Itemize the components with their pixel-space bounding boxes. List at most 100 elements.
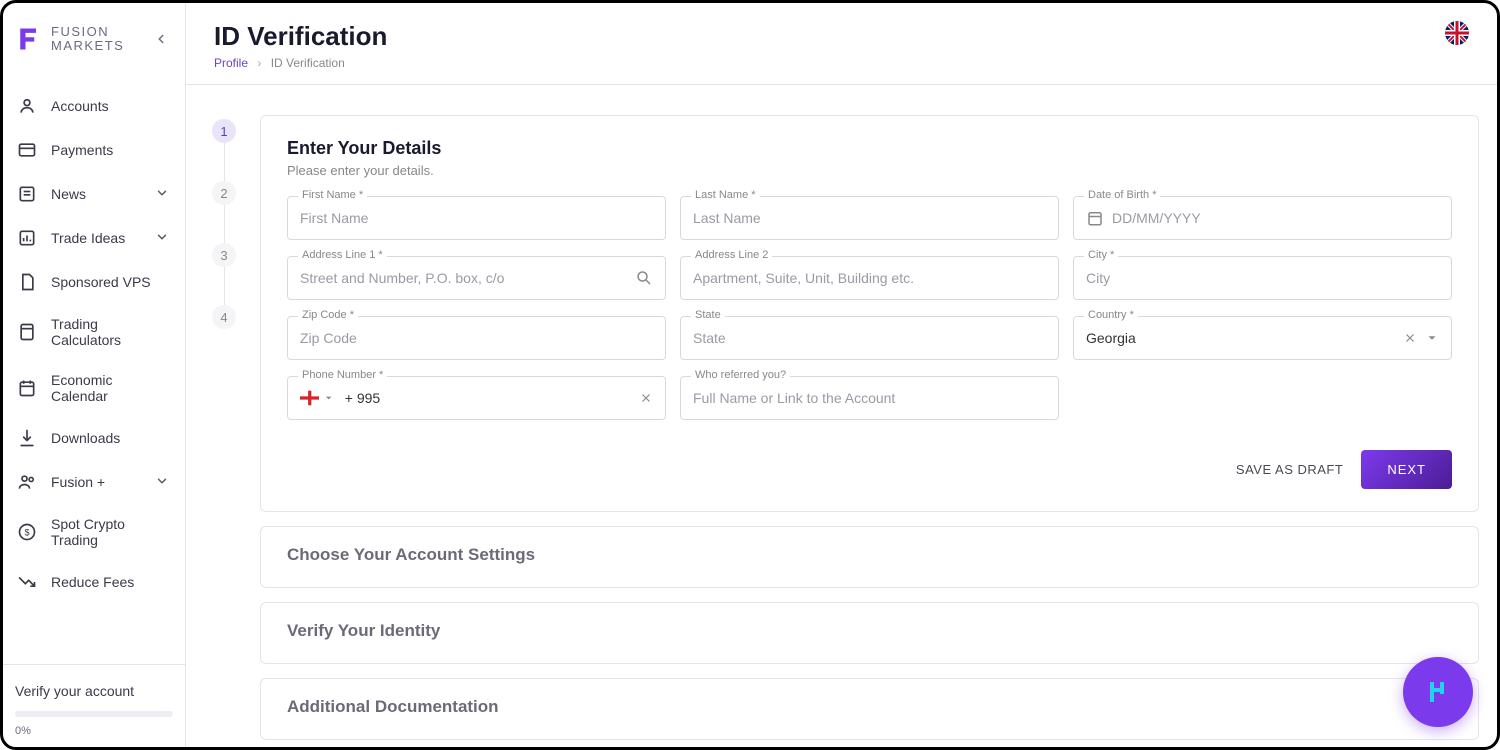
sidebar-nav: Accounts Payments News Trade Ideas Spons… [3, 72, 185, 664]
sidebar-item-label: Accounts [51, 98, 109, 114]
last-name-field[interactable]: Last Name * [680, 196, 1059, 240]
sidebar-item-trading-calculators[interactable]: Trading Calculators [3, 304, 185, 360]
field-label: Phone Number * [298, 369, 387, 381]
phone-field[interactable]: Phone Number * [287, 376, 666, 420]
crypto-icon: $ [17, 522, 37, 542]
language-flag-button[interactable] [1445, 21, 1469, 45]
brand-line1: FUSION [51, 25, 124, 39]
sidebar-item-label: Trading Calculators [51, 316, 171, 348]
state-input[interactable] [693, 330, 1046, 346]
first-name-field[interactable]: First Name * [287, 196, 666, 240]
sidebar-item-payments[interactable]: Payments [3, 128, 185, 172]
help-fab-button[interactable] [1403, 657, 1473, 727]
sidebar-item-trade-ideas[interactable]: Trade Ideas [3, 216, 185, 260]
sidebar-item-label: Downloads [51, 430, 120, 446]
country-value: Georgia [1086, 330, 1395, 346]
city-input[interactable] [1086, 270, 1439, 286]
uk-flag-icon [1445, 21, 1469, 45]
breadcrumb: Profile › ID Verification [214, 56, 387, 70]
form-actions: SAVE AS DRAFT NEXT [287, 450, 1452, 489]
chevron-down-icon [155, 474, 171, 490]
first-name-input[interactable] [300, 210, 653, 226]
step4-card[interactable]: Additional Documentation [260, 678, 1479, 740]
step3-title: Verify Your Identity [287, 621, 1452, 641]
calculator-icon [17, 322, 37, 342]
country-select[interactable]: Country * Georgia [1073, 316, 1452, 360]
sidebar-item-label: News [51, 186, 86, 202]
zip-field[interactable]: Zip Code * [287, 316, 666, 360]
document-icon [17, 272, 37, 292]
address1-input[interactable] [300, 270, 627, 286]
sidebar: FUSION MARKETS Accounts Payments News Tr… [3, 3, 186, 747]
sidebar-item-label: Sponsored VPS [51, 274, 151, 290]
referral-input[interactable] [693, 390, 1046, 406]
sidebar-item-label: Payments [51, 142, 113, 158]
phone-country-dropdown-icon[interactable] [323, 391, 334, 405]
sidebar-item-economic-calendar[interactable]: Economic Calendar [3, 360, 185, 416]
sidebar-item-news[interactable]: News [3, 172, 185, 216]
chevron-down-icon [155, 186, 171, 202]
sidebar-item-downloads[interactable]: Downloads [3, 416, 185, 460]
phone-input[interactable] [345, 390, 631, 406]
field-label: Last Name * [691, 189, 760, 201]
address2-input[interactable] [693, 270, 1046, 286]
step3-card[interactable]: Verify Your Identity [260, 602, 1479, 664]
city-field[interactable]: City * [1073, 256, 1452, 300]
step-2[interactable]: 2 [212, 181, 236, 205]
download-icon [17, 428, 37, 448]
state-field[interactable]: State [680, 316, 1059, 360]
field-label: Who referred you? [691, 369, 790, 381]
logo-block: FUSION MARKETS [3, 3, 185, 72]
calendar-icon [17, 378, 37, 398]
search-icon[interactable] [635, 269, 653, 287]
details-form: First Name * Last Name * Date of Birth *… [287, 196, 1452, 420]
svg-text:$: $ [24, 527, 29, 537]
field-label: State [691, 309, 725, 321]
field-label: First Name * [298, 189, 367, 201]
dob-input[interactable] [1112, 210, 1439, 226]
clear-icon[interactable] [1403, 331, 1417, 345]
sidebar-item-reduce-fees[interactable]: Reduce Fees [3, 560, 185, 604]
sidebar-item-sponsored-vps[interactable]: Sponsored VPS [3, 260, 185, 304]
sidebar-item-label: Fusion + [51, 474, 105, 490]
sidebar-collapse-button[interactable] [149, 27, 173, 51]
sidebar-item-fusion-plus[interactable]: Fusion + [3, 460, 185, 504]
step-1[interactable]: 1 [212, 119, 236, 143]
step-4[interactable]: 4 [212, 305, 236, 329]
trend-down-icon [17, 572, 37, 592]
person-icon [17, 96, 37, 116]
sidebar-item-accounts[interactable]: Accounts [3, 84, 185, 128]
brand-line2: MARKETS [51, 39, 124, 53]
people-icon [17, 472, 37, 492]
field-label: Zip Code * [298, 309, 358, 321]
zip-input[interactable] [300, 330, 653, 346]
support-icon [1420, 674, 1456, 710]
next-button[interactable]: NEXT [1361, 450, 1452, 489]
breadcrumb-link-profile[interactable]: Profile [214, 56, 248, 70]
step-3[interactable]: 3 [212, 243, 236, 267]
address1-field[interactable]: Address Line 1 * [287, 256, 666, 300]
referral-field[interactable]: Who referred you? [680, 376, 1059, 420]
page-header: ID Verification Profile › ID Verificatio… [186, 3, 1497, 85]
verify-progress-pct: 0% [15, 725, 173, 737]
last-name-input[interactable] [693, 210, 1046, 226]
georgia-flag-icon [300, 389, 319, 407]
field-label: Date of Birth * [1084, 189, 1160, 201]
page-title: ID Verification [214, 21, 387, 52]
sidebar-item-label: Spot Crypto Trading [51, 516, 171, 548]
field-label: Address Line 1 * [298, 249, 387, 261]
sidebar-item-spot-crypto[interactable]: $ Spot Crypto Trading [3, 504, 185, 560]
step2-card[interactable]: Choose Your Account Settings [260, 526, 1479, 588]
address2-field[interactable]: Address Line 2 [680, 256, 1059, 300]
sidebar-item-label: Reduce Fees [51, 574, 134, 590]
verify-account-label: Verify your account [15, 683, 173, 699]
field-label: City * [1084, 249, 1118, 261]
stepper: 1 2 3 4 [204, 115, 244, 727]
sidebar-verify-block: Verify your account 0% [3, 664, 185, 747]
chevron-down-icon [155, 230, 171, 246]
step1-subtitle: Please enter your details. [287, 163, 1452, 178]
clear-icon[interactable] [639, 391, 653, 405]
dropdown-icon[interactable] [1425, 331, 1439, 345]
save-draft-button[interactable]: SAVE AS DRAFT [1236, 462, 1343, 477]
dob-field[interactable]: Date of Birth * [1073, 196, 1452, 240]
